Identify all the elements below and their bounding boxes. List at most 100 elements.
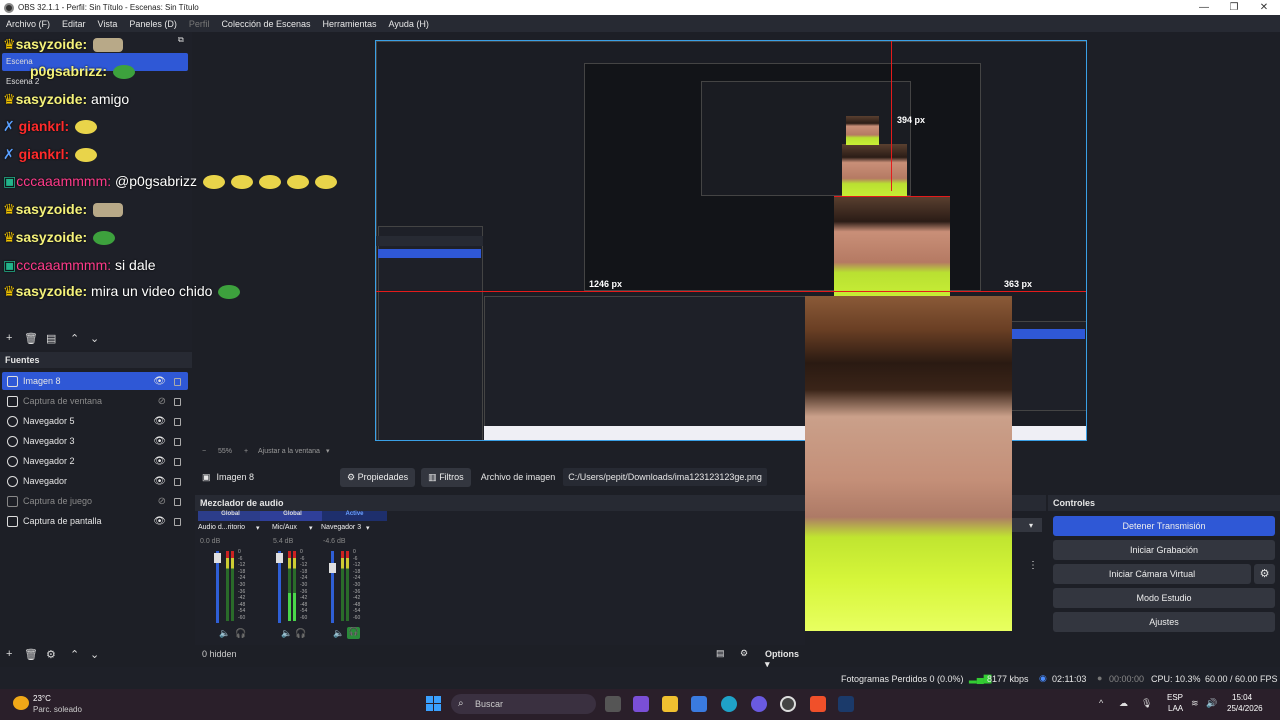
hidden-eye-icon[interactable]: ⊘ bbox=[158, 396, 166, 407]
source-item[interactable]: Captura de juego ⊘ bbox=[2, 492, 188, 510]
source-item[interactable]: Navegador 2 👁 bbox=[2, 452, 188, 470]
settings-button[interactable]: Ajustes bbox=[1053, 612, 1275, 632]
chevron-down-icon[interactable]: ▾ bbox=[1029, 521, 1033, 530]
channel-dropdown[interactable]: ▾ bbox=[366, 524, 370, 532]
channel-dropdown[interactable]: ▾ bbox=[256, 524, 260, 532]
microphone-icon[interactable]: 🎙 bbox=[1141, 698, 1152, 709]
brave-icon[interactable] bbox=[810, 696, 826, 712]
weather-sun-icon[interactable] bbox=[13, 696, 29, 710]
lock-icon[interactable] bbox=[174, 398, 181, 406]
visibility-eye-icon[interactable]: 👁 bbox=[153, 476, 166, 487]
lock-icon[interactable] bbox=[174, 498, 181, 506]
headphones-icon[interactable]: 🎧 bbox=[235, 628, 246, 639]
discord-icon[interactable] bbox=[751, 696, 767, 712]
menu-archivo[interactable]: Archivo (F) bbox=[6, 19, 50, 29]
more-options-icon[interactable]: ⋮ bbox=[1028, 560, 1038, 571]
volume-knob[interactable] bbox=[276, 553, 283, 563]
remove-scene-icon[interactable]: 🗑 bbox=[24, 332, 38, 345]
language-top[interactable]: ESP bbox=[1167, 693, 1183, 702]
visibility-eye-icon[interactable]: 👁 bbox=[153, 416, 166, 427]
scene-item-escena[interactable]: Escena bbox=[6, 57, 33, 66]
clock-time[interactable]: 15:04 bbox=[1232, 693, 1252, 702]
fit-window-label[interactable]: Ajustar a la ventana bbox=[258, 448, 320, 455]
image-file-path[interactable]: C:/Users/pepit/Downloads/ima123123123ge.… bbox=[563, 468, 767, 486]
menu-paneles[interactable]: Paneles (D) bbox=[129, 19, 177, 29]
windows-start-icon[interactable] bbox=[426, 696, 441, 711]
headphones-monitor-active-icon[interactable]: 🎧 bbox=[347, 627, 360, 639]
source-item[interactable]: Navegador 3 👁 bbox=[2, 432, 188, 450]
menu-vista[interactable]: Vista bbox=[98, 19, 118, 29]
stop-streaming-button[interactable]: Detener Transmisión bbox=[1053, 516, 1275, 536]
chevron-down-icon[interactable]: ▾ bbox=[326, 447, 330, 455]
speaker-icon[interactable]: 🔈 bbox=[333, 628, 344, 639]
volume-slider[interactable] bbox=[331, 551, 334, 623]
menu-editar[interactable]: Editar bbox=[62, 19, 86, 29]
source-item[interactable]: Navegador 👁 bbox=[2, 472, 188, 490]
close-button[interactable]: ✕ bbox=[1248, 0, 1280, 15]
mixer-settings-icon[interactable]: ⚙ bbox=[740, 648, 748, 659]
source-settings-icon[interactable]: ⚙ bbox=[46, 648, 56, 661]
source-item[interactable]: Captura de ventana ⊘ bbox=[2, 392, 188, 410]
zoom-out-button[interactable]: − bbox=[202, 448, 206, 455]
properties-button[interactable]: ⚙ Propiedades bbox=[340, 467, 416, 487]
visibility-eye-icon[interactable]: 👁 bbox=[153, 456, 166, 467]
lock-icon[interactable] bbox=[174, 418, 181, 426]
menu-herramientas[interactable]: Herramientas bbox=[323, 19, 377, 29]
speaker-icon[interactable]: 🔈 bbox=[219, 628, 230, 639]
transition-select[interactable] bbox=[1012, 518, 1042, 532]
task-view-icon[interactable] bbox=[605, 696, 621, 712]
clock-date[interactable]: 25/4/2026 bbox=[1227, 704, 1263, 713]
lock-icon[interactable] bbox=[174, 478, 181, 486]
webcam-image-source[interactable] bbox=[805, 296, 1012, 631]
maximize-button[interactable]: ❐ bbox=[1218, 0, 1250, 15]
volume-icon[interactable]: 🔊 bbox=[1206, 698, 1217, 709]
taskbar-search[interactable]: Buscar bbox=[451, 694, 596, 714]
panel-undock-icon[interactable]: ⧉ bbox=[178, 35, 184, 45]
source-item[interactable]: Imagen 8 👁 bbox=[2, 372, 188, 390]
lock-icon[interactable] bbox=[174, 378, 181, 386]
source-up-icon[interactable]: ⌃ bbox=[70, 648, 79, 661]
language-bottom[interactable]: LAA bbox=[1168, 704, 1183, 713]
menu-perfil[interactable]: Perfil bbox=[189, 19, 210, 29]
onedrive-icon[interactable]: ☁ bbox=[1119, 698, 1128, 709]
tray-chevron-icon[interactable]: ^ bbox=[1099, 698, 1103, 708]
lock-icon[interactable] bbox=[174, 518, 181, 526]
mixer-layout-icon[interactable]: ▤ bbox=[716, 648, 725, 659]
visibility-eye-icon[interactable]: 👁 bbox=[153, 436, 166, 447]
speaker-icon[interactable]: 🔈 bbox=[281, 628, 292, 639]
menu-ayuda[interactable]: Ayuda (H) bbox=[389, 19, 429, 29]
lock-icon[interactable] bbox=[174, 458, 181, 466]
source-item[interactable]: Navegador 5 👁 bbox=[2, 412, 188, 430]
headphones-icon[interactable]: 🎧 bbox=[295, 628, 306, 639]
virtual-camera-settings-gear-icon[interactable]: ⚙ bbox=[1254, 564, 1275, 584]
move-down-icon[interactable]: ⌄ bbox=[90, 332, 99, 345]
steam-icon[interactable] bbox=[838, 696, 854, 712]
edge-icon[interactable] bbox=[721, 696, 737, 712]
minimize-button[interactable]: — bbox=[1188, 0, 1220, 15]
volume-knob[interactable] bbox=[214, 553, 221, 563]
start-virtual-camera-button[interactable]: Iniciar Cámara Virtual bbox=[1053, 564, 1251, 584]
studio-mode-button[interactable]: Modo Estudio bbox=[1053, 588, 1275, 608]
source-down-icon[interactable]: ⌄ bbox=[90, 648, 99, 661]
visibility-eye-icon[interactable]: 👁 bbox=[153, 376, 166, 387]
file-explorer-icon[interactable] bbox=[662, 696, 678, 712]
hidden-eye-icon[interactable]: ⊘ bbox=[158, 496, 166, 507]
visibility-eye-icon[interactable]: 👁 bbox=[153, 516, 166, 527]
wifi-icon[interactable]: ≋ bbox=[1191, 698, 1199, 709]
channel-dropdown[interactable]: ▾ bbox=[309, 524, 313, 532]
source-item[interactable]: Captura de pantalla 👁 bbox=[2, 512, 188, 530]
scene-filters-icon[interactable]: ▤ bbox=[46, 332, 56, 345]
store-icon[interactable] bbox=[691, 696, 707, 712]
copilot-icon[interactable] bbox=[633, 696, 649, 712]
volume-knob[interactable] bbox=[329, 563, 336, 573]
menu-coleccion[interactable]: Colección de Escenas bbox=[221, 19, 310, 29]
move-up-icon[interactable]: ⌃ bbox=[70, 332, 79, 345]
filters-button[interactable]: ▥ Filtros bbox=[421, 467, 471, 487]
add-scene-button[interactable]: + bbox=[6, 332, 12, 344]
start-recording-button[interactable]: Iniciar Grabación bbox=[1053, 540, 1275, 560]
add-source-button[interactable]: + bbox=[6, 648, 12, 660]
remove-source-icon[interactable]: 🗑 bbox=[24, 648, 38, 661]
zoom-in-button[interactable]: + bbox=[244, 448, 248, 455]
obs-taskbar-icon[interactable] bbox=[780, 696, 796, 712]
lock-icon[interactable] bbox=[174, 438, 181, 446]
